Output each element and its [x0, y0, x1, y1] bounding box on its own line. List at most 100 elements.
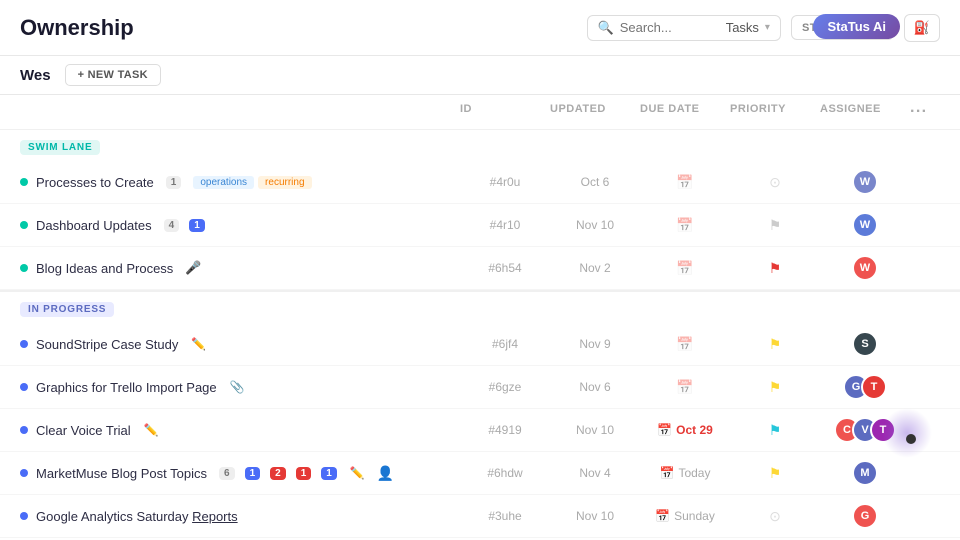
task-blue-badge: 1 [189, 219, 205, 232]
task-name: SoundStripe Case Study [36, 337, 178, 352]
task-assignee: S [820, 331, 910, 357]
table-row[interactable]: MarketMuse Blog Post Topics 6 1 2 1 1 ✏️… [0, 452, 960, 495]
tasks-dropdown[interactable]: Tasks [726, 20, 759, 35]
task-assignee: G T [820, 374, 910, 400]
priority-icon: ⊙ [769, 174, 781, 191]
swim-lane-badge: SWIM LANE [20, 140, 100, 155]
task-id: #6hdw [460, 466, 550, 480]
task-assignee: W [820, 255, 910, 281]
priority-flag-icon: ⚑ [769, 422, 782, 439]
filter-button[interactable]: ⛽ [904, 14, 940, 42]
tag-recurring: recurring [258, 176, 311, 189]
priority-flag-icon: ⚑ [769, 260, 782, 277]
search-input[interactable] [620, 20, 720, 35]
task-updated: Nov 10 [550, 218, 640, 232]
table-row[interactable]: Graphics for Trello Import Page 📎 #6gze … [0, 366, 960, 409]
calendar-icon: 📅 [676, 174, 693, 191]
table-row[interactable]: Blog Ideas and Process 🎤 #6h54 Nov 2 📅 ⚑… [0, 247, 960, 290]
task-due-date: 📅 [640, 379, 730, 396]
task-updated: Nov 10 [550, 423, 640, 437]
task-assignee: W [820, 169, 910, 195]
calendar-icon: 📅 [676, 336, 693, 353]
task-badge-2: 2 [270, 467, 286, 480]
task-status-dot [20, 221, 28, 229]
task-priority: ⚑ [730, 465, 820, 482]
calendar-icon: 📅 [676, 217, 693, 234]
page-title: Ownership [20, 15, 134, 41]
task-priority: ⚑ [730, 217, 820, 234]
task-status-dot [20, 264, 28, 272]
task-updated: Nov 9 [550, 337, 640, 351]
task-updated: Nov 4 [550, 466, 640, 480]
task-name: Processes to Create [36, 175, 154, 190]
task-due-date: 📅 Sunday [640, 509, 730, 523]
edit-icon: ✏️ [350, 466, 365, 480]
calendar-icon: 📅 [655, 509, 670, 523]
task-name: Google Analytics Saturday Reports [36, 509, 238, 524]
edit-icon: ✏️ [191, 337, 206, 351]
search-bar[interactable]: 🔍 Tasks ▾ [587, 15, 781, 41]
in-progress-section: IN PROGRESS SoundStripe Case Study ✏️ #6… [0, 292, 960, 538]
task-due-date: 📅 [640, 260, 730, 277]
search-icon: 🔍 [598, 20, 614, 36]
task-id: #3uhe [460, 509, 550, 523]
task-due-date: 📅 [640, 217, 730, 234]
avatar: T [870, 417, 896, 443]
priority-flag-icon: ⚑ [769, 379, 782, 396]
task-updated: Oct 6 [550, 175, 640, 189]
task-id: #6jf4 [460, 337, 550, 351]
table-row[interactable]: Clear Voice Trial ✏️ #4919 Nov 10 📅 Oct … [0, 409, 960, 452]
task-priority: ⊙ [730, 174, 820, 191]
task-status-dot [20, 512, 28, 520]
col-due-date: DUE DATE [640, 103, 730, 121]
avatar: W [852, 255, 878, 281]
task-updated: Nov 10 [550, 509, 640, 523]
task-name-cell: Google Analytics Saturday Reports [20, 509, 460, 524]
task-name: MarketMuse Blog Post Topics [36, 466, 207, 481]
task-tags: operations recurring [193, 176, 311, 189]
avatar-stack: G T [843, 374, 887, 400]
task-priority: ⚑ [730, 379, 820, 396]
task-name-cell: Graphics for Trello Import Page 📎 [20, 380, 460, 395]
sub-header: Wes + NEW TASK [0, 56, 960, 95]
task-updated: Nov 2 [550, 261, 640, 275]
task-priority: ⚑ [730, 336, 820, 353]
table-row[interactable]: Dashboard Updates 4 1 #4r10 Nov 10 📅 ⚑ W [0, 204, 960, 247]
table-row[interactable]: SoundStripe Case Study ✏️ #6jf4 Nov 9 📅 … [0, 323, 960, 366]
edit-icon: 📎 [230, 380, 245, 394]
mic-icon: 🎤 [185, 260, 201, 276]
filter-icon: ⛽ [914, 20, 930, 35]
new-task-button[interactable]: + NEW TASK [65, 64, 161, 86]
task-count-badge: 1 [166, 176, 182, 189]
col-assignee: ASSIGNEE [820, 103, 910, 121]
overdue-date: Oct 29 [676, 423, 713, 437]
task-priority: ⚑ [730, 260, 820, 277]
avatar: T [861, 374, 887, 400]
col-more: ··· [910, 103, 940, 121]
calendar-icon: 📅 [676, 379, 693, 396]
table-row[interactable]: Google Analytics Saturday Reports #3uhe … [0, 495, 960, 538]
priority-icon: ⊙ [769, 508, 781, 525]
task-id: #6h54 [460, 261, 550, 275]
user-name: Wes [20, 67, 51, 84]
col-name [20, 103, 460, 121]
task-updated: Nov 6 [550, 380, 640, 394]
task-name-cell: Dashboard Updates 4 1 [20, 218, 460, 233]
avatar: S [852, 331, 878, 357]
task-badge-3: 1 [296, 467, 312, 480]
task-count-badge: 4 [164, 219, 180, 232]
table-row[interactable]: Processes to Create 1 operations recurri… [0, 161, 960, 204]
task-assignee: W [820, 212, 910, 238]
task-name: Blog Ideas and Process [36, 261, 173, 276]
task-assignee: M [820, 460, 910, 486]
task-priority: ⊙ [730, 508, 820, 525]
in-progress-label: IN PROGRESS [0, 292, 960, 323]
more-options-icon[interactable]: ··· [910, 103, 927, 120]
priority-flag-icon: ⚑ [769, 336, 782, 353]
calendar-icon: 📅 [660, 466, 675, 480]
task-assignee: G [820, 503, 910, 529]
task-status-dot [20, 426, 28, 434]
in-progress-badge: IN PROGRESS [20, 302, 114, 317]
task-assignee: C V T [820, 417, 910, 443]
swim-lane-section: SWIM LANE Processes to Create 1 operatio… [0, 130, 960, 290]
